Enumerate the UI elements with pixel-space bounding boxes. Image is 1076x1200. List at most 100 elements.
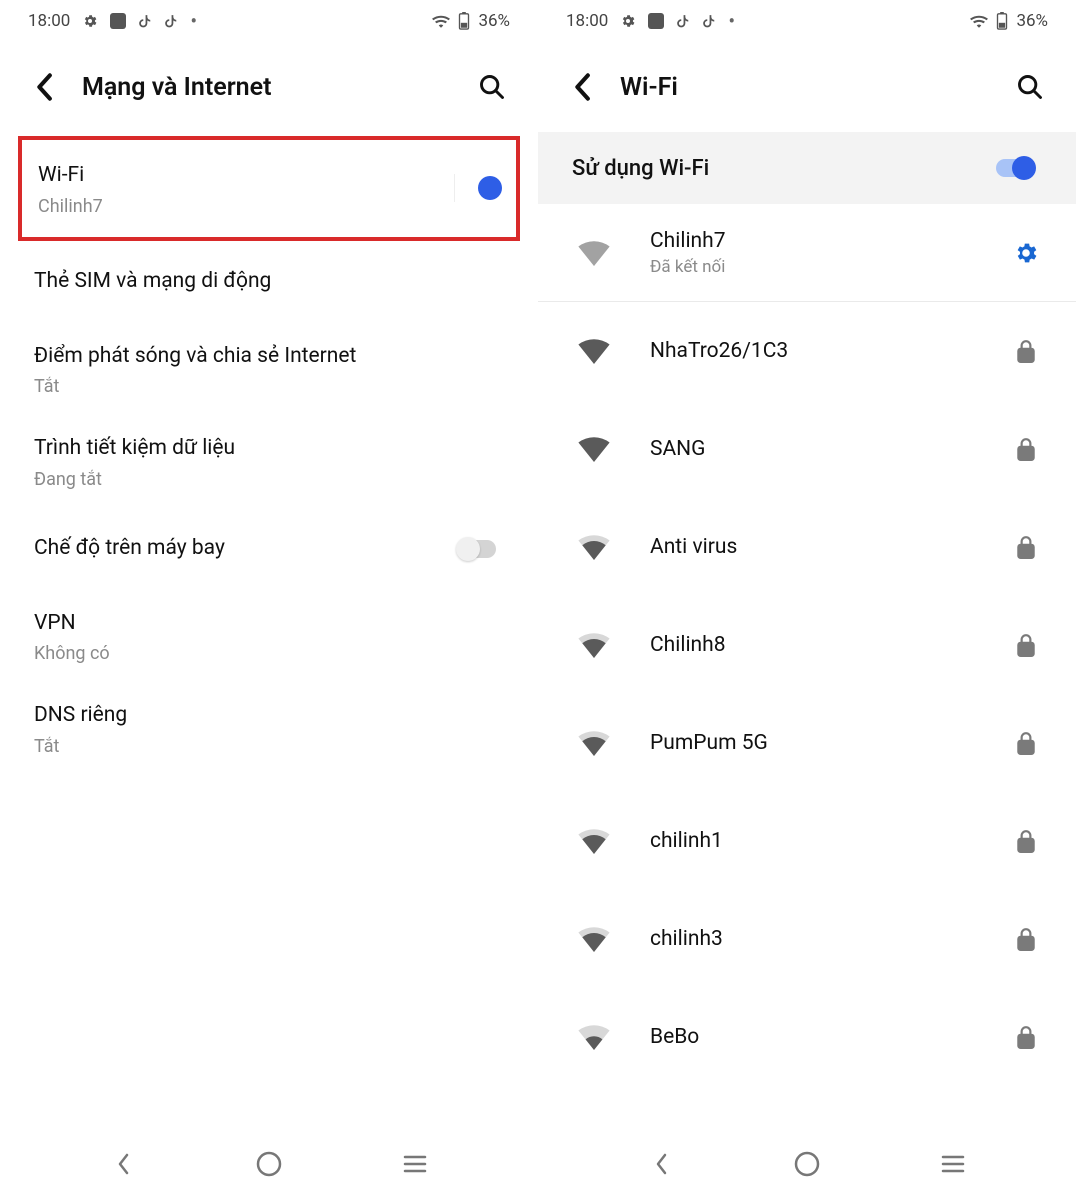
- wifi-name: chilinh3: [650, 927, 976, 951]
- page-title: Mạng và Internet: [82, 73, 452, 102]
- status-bar: 18:00 • 36%: [538, 0, 1076, 42]
- wifi-item[interactable]: Anti virus: [538, 498, 1076, 596]
- wifi-name: NhaTro26/1C3: [650, 339, 976, 363]
- battery-percent: 36%: [478, 11, 510, 31]
- back-button[interactable]: [30, 73, 58, 101]
- wifi-item[interactable]: NhaTro26/1C3: [538, 302, 1076, 400]
- lock-icon: [1010, 339, 1042, 363]
- nav-back-button[interactable]: [103, 1144, 143, 1184]
- more-notifications-icon: •: [190, 11, 197, 31]
- battery-percent: 36%: [1016, 11, 1048, 31]
- search-button[interactable]: [476, 71, 508, 103]
- wifi-subtitle: Chilinh7: [38, 196, 454, 217]
- wifi-signal-icon: [572, 240, 616, 266]
- datasaver-subtitle: Đang tắt: [34, 469, 504, 490]
- wifi-settings-button[interactable]: [1010, 240, 1042, 266]
- use-wifi-label: Sử dụng Wi-Fi: [572, 156, 996, 181]
- wifi-status: Đã kết nối: [650, 257, 976, 277]
- wifi-toggle[interactable]: [454, 174, 500, 202]
- use-wifi-row[interactable]: Sử dụng Wi-Fi: [538, 132, 1076, 204]
- lock-icon: [1010, 535, 1042, 559]
- wifi-name: Anti virus: [650, 535, 976, 559]
- dns-subtitle: Tắt: [34, 736, 504, 757]
- wifi-signal-icon: [572, 1024, 616, 1050]
- wifi-name: Chilinh8: [650, 633, 976, 657]
- gear-icon: [620, 13, 636, 29]
- lock-icon: [1010, 829, 1042, 853]
- tiktok-icon: [702, 13, 716, 29]
- tiktok-icon: [138, 13, 152, 29]
- wifi-name: PumPum 5G: [650, 731, 976, 755]
- hotspot-row[interactable]: Điểm phát sóng và chia sẻ Internet Tắt: [0, 323, 538, 416]
- dns-title: DNS riêng: [34, 700, 504, 732]
- battery-icon: [996, 12, 1008, 30]
- wifi-title: Wi-Fi: [38, 160, 454, 192]
- nav-back-button[interactable]: [641, 1144, 681, 1184]
- nav-home-button[interactable]: [787, 1144, 827, 1184]
- airplane-title: Chế độ trên máy bay: [34, 533, 458, 565]
- gear-icon: [82, 13, 98, 29]
- highlight-wifi-row: Wi-Fi Chilinh7: [18, 136, 520, 241]
- nav-recents-button[interactable]: [933, 1144, 973, 1184]
- back-button[interactable]: [568, 73, 596, 101]
- wifi-item[interactable]: PumPum 5G: [538, 694, 1076, 792]
- datasaver-row[interactable]: Trình tiết kiệm dữ liệu Đang tắt: [0, 415, 538, 508]
- wifi-item[interactable]: chilinh3: [538, 890, 1076, 988]
- wifi-signal-icon: [572, 828, 616, 854]
- settings-list: Wi-Fi Chilinh7 Thẻ SIM và mạng di động Đ…: [0, 132, 538, 1128]
- navigation-bar: [538, 1128, 1076, 1200]
- navigation-bar: [0, 1128, 538, 1200]
- wifi-signal-icon: [572, 730, 616, 756]
- hotspot-subtitle: Tắt: [34, 376, 504, 397]
- battery-icon: [458, 12, 470, 30]
- lock-icon: [1010, 1025, 1042, 1049]
- wifi-signal-icon: [572, 338, 616, 364]
- tiktok-icon: [676, 13, 690, 29]
- wifi-icon: [432, 14, 450, 28]
- wifi-name: chilinh1: [650, 829, 976, 853]
- wifi-item[interactable]: chilinh1: [538, 792, 1076, 890]
- nav-home-button[interactable]: [249, 1144, 289, 1184]
- page-title: Wi-Fi: [620, 73, 990, 102]
- screen-wifi-list: 18:00 • 36%: [538, 0, 1076, 1200]
- wifi-name: BeBo: [650, 1025, 976, 1049]
- more-notifications-icon: •: [728, 11, 735, 31]
- airplane-row[interactable]: Chế độ trên máy bay: [0, 508, 538, 590]
- wifi-row[interactable]: Wi-Fi Chilinh7: [22, 140, 516, 237]
- wifi-signal-icon: [572, 436, 616, 462]
- app-icon: [648, 13, 664, 29]
- search-button[interactable]: [1014, 71, 1046, 103]
- wifi-icon: [970, 14, 988, 28]
- app-icon: [110, 13, 126, 29]
- wifi-connected-item[interactable]: Chilinh7 Đã kết nối: [538, 204, 1076, 302]
- lock-icon: [1010, 437, 1042, 461]
- wifi-signal-icon: [572, 632, 616, 658]
- wifi-item[interactable]: SANG: [538, 400, 1076, 498]
- use-wifi-toggle[interactable]: [996, 154, 1042, 182]
- wifi-name: Chilinh7: [650, 229, 976, 253]
- wifi-item[interactable]: BeBo: [538, 988, 1076, 1086]
- dns-row[interactable]: DNS riêng Tắt: [0, 682, 538, 775]
- status-bar: 18:00 • 36%: [0, 0, 538, 42]
- vpn-subtitle: Không có: [34, 643, 504, 664]
- wifi-name: SANG: [650, 437, 976, 461]
- vpn-title: VPN: [34, 608, 504, 640]
- lock-icon: [1010, 633, 1042, 657]
- status-time: 18:00: [28, 11, 70, 31]
- datasaver-title: Trình tiết kiệm dữ liệu: [34, 433, 504, 465]
- hotspot-title: Điểm phát sóng và chia sẻ Internet: [34, 341, 504, 373]
- wifi-network-list: Chilinh7 Đã kết nối NhaTro26/1C3 SANG Anti…: [538, 204, 1076, 1128]
- vpn-row[interactable]: VPN Không có: [0, 590, 538, 683]
- wifi-signal-icon: [572, 534, 616, 560]
- sim-title: Thẻ SIM và mạng di động: [34, 266, 504, 298]
- tiktok-icon: [164, 13, 178, 29]
- sim-row[interactable]: Thẻ SIM và mạng di động: [0, 241, 538, 323]
- status-time: 18:00: [566, 11, 608, 31]
- wifi-signal-icon: [572, 926, 616, 952]
- app-bar: Wi-Fi: [538, 42, 1076, 132]
- screen-network-settings: 18:00 • 36%: [0, 0, 538, 1200]
- app-bar: Mạng và Internet: [0, 42, 538, 132]
- airplane-toggle[interactable]: [458, 535, 504, 563]
- nav-recents-button[interactable]: [395, 1144, 435, 1184]
- wifi-item[interactable]: Chilinh8: [538, 596, 1076, 694]
